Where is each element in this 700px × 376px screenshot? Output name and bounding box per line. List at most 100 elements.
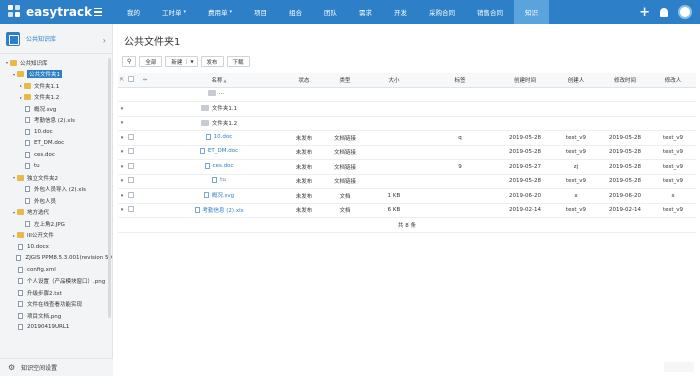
column-modifier[interactable]: 修改人 (650, 73, 696, 88)
tree-item[interactable]: tu (0, 161, 112, 173)
filter-all-button[interactable]: 全部 (139, 56, 163, 67)
hamburger-menu-icon[interactable] (94, 0, 110, 24)
column-type[interactable]: 类型 (324, 73, 366, 88)
chevron-right-icon[interactable]: › (103, 36, 106, 45)
parent-folder-link[interactable]: ... (207, 90, 224, 97)
row-expand-icon[interactable]: ▾ (118, 203, 126, 218)
table-row[interactable]: ▾ 10.doc 未发布 文档链接 q 2019-05-28 test_v9 2019-05-… (118, 130, 696, 146)
table-row[interactable]: ▾ 文件夹1.2 (118, 116, 696, 131)
tree-item[interactable]: ▸ III公开文件 (0, 230, 112, 242)
column-tags[interactable]: 标签 (422, 73, 498, 88)
row-checkbox[interactable] (126, 145, 136, 160)
tree-item[interactable]: 20190419URL1 (0, 322, 112, 334)
nav-item[interactable]: 开发 (383, 0, 418, 24)
tree-item[interactable]: 文件在线查看功能实现 (0, 299, 112, 311)
header-select-all-checkbox[interactable] (126, 73, 136, 88)
tree-item[interactable]: 10.docx (0, 241, 112, 253)
row-expand-icon[interactable]: ▾ (118, 174, 126, 189)
notification-bell-icon[interactable] (660, 7, 668, 17)
row-checkbox[interactable] (126, 188, 136, 204)
tree-item[interactable]: ces.doc (0, 149, 112, 161)
download-button[interactable]: 下载 (226, 56, 250, 67)
tree-item[interactable]: ▾ 地方选代 (0, 207, 112, 219)
column-name[interactable]: 名称▲ (154, 73, 284, 88)
row-checkbox[interactable] (126, 130, 136, 146)
nav-item[interactable]: 知识 (514, 0, 550, 24)
new-button[interactable]: 新建 ▼ (165, 56, 198, 67)
table-row[interactable]: ▾ ET_DM.doc 未发布 文档链接 2019-05-28 test_v9 2019-0… (118, 145, 696, 160)
column-size[interactable]: 大小 (366, 73, 422, 88)
table-row[interactable]: ▾ tu 未发布 文档链接 2019-05-28 test_v9 2019-05-28 tes… (118, 174, 696, 189)
row-checkbox[interactable] (126, 203, 136, 218)
nav-item[interactable]: 组合 (278, 0, 313, 24)
sidebar-scrollbar[interactable] (108, 58, 111, 318)
row-expand-icon[interactable]: ▾ (118, 116, 126, 131)
tree-item-label: 公共文件夹1 (27, 70, 62, 79)
tree-item[interactable]: 升级步骤2.txt (0, 287, 112, 299)
nav-item[interactable]: 工时单 ▾ (151, 0, 197, 24)
sidebar-header[interactable]: 公共知识库 › (0, 24, 112, 54)
table-row[interactable]: ▾ ces.doc 未发布 文档链接 9 2019-05-27 zj 2019-05-28 te… (118, 159, 696, 175)
table-row[interactable]: ▾ 概况.svg 未发布 文档 1 KB 2019-06-20 x 2019-06-20 x (118, 188, 696, 204)
tree-item[interactable]: ▸ 文件夹1.1 (0, 80, 112, 92)
row-size (366, 130, 422, 146)
tree-item-label: 独立文件夹2 (27, 175, 58, 182)
tree-item[interactable]: 项目文档.png (0, 310, 112, 322)
column-modified-time[interactable]: 修改时间 (600, 73, 650, 88)
knowledge-space-settings[interactable]: ⚙ 知识空间设置 (0, 358, 113, 376)
row-checkbox[interactable] (126, 159, 136, 175)
tree-item[interactable]: ▸ 文件夹1.2 (0, 92, 112, 104)
row-expand-icon[interactable]: ▾ (118, 101, 126, 117)
column-created-time[interactable]: 创建时间 (498, 73, 552, 88)
tree-item[interactable]: 左上角2.JPG (0, 218, 112, 230)
chevron-down-icon[interactable]: ▼ (186, 59, 194, 64)
file-link[interactable]: 10.doc (205, 133, 232, 140)
nav-item[interactable]: 销售合同 (466, 0, 514, 24)
tree-item[interactable]: ZJGIS PPM8.5.3.001(revision 59 (0, 253, 112, 265)
file-link[interactable]: 概况.svg (203, 191, 234, 199)
tree-item[interactable]: 10.doc (0, 126, 112, 138)
file-icon (212, 177, 218, 184)
row-checkbox[interactable] (126, 174, 136, 189)
tree-item[interactable]: 个人设置（产品模块窗口）.png (0, 276, 112, 288)
tree-item[interactable]: ▾ 独立文件夹2 (0, 172, 112, 184)
nav-item[interactable]: 项目 (243, 0, 278, 24)
row-type: 文档链接 (324, 174, 366, 189)
table-row[interactable]: ▾ 考勤信息 (2).xls 未发布 文档 6 KB 2019-02-14 test_v9 2… (118, 203, 696, 218)
row-expand-icon[interactable]: ▾ (118, 145, 126, 160)
tree-item[interactable]: ▾ 公共文件夹1 (0, 69, 112, 81)
tree-item[interactable]: 考勤信息 (2).xls (0, 115, 112, 127)
file-link[interactable]: tu (212, 177, 226, 184)
tree-item[interactable]: 外包人员导入 (2).xls (0, 184, 112, 196)
tree-item[interactable]: config.xml (0, 264, 112, 276)
nav-item[interactable]: 我的 (116, 0, 151, 24)
create-plus-icon[interactable]: + (639, 6, 650, 19)
table-row[interactable]: ... (118, 87, 696, 102)
row-expand-icon[interactable]: ▾ (118, 130, 126, 146)
file-link[interactable]: ET_DM.doc (199, 148, 238, 155)
folder-link[interactable]: 文件夹1.1 (200, 104, 237, 112)
search-button[interactable]: ⚲ (122, 56, 137, 67)
column-status[interactable]: 状态 (284, 73, 324, 88)
tree-item[interactable]: 外包人员 (0, 195, 112, 207)
file-link[interactable]: ces.doc (204, 162, 233, 169)
tree-item[interactable]: ▾ 公共知识库 (0, 57, 112, 69)
nav-item[interactable]: 团队 (313, 0, 348, 24)
table-row[interactable]: ▾ 文件夹1.1 (118, 101, 696, 117)
row-expand-icon[interactable]: ▾ (118, 188, 126, 204)
nav-item[interactable]: 费用单 ▾ (197, 0, 243, 24)
tree-item-label: 个人设置（产品模块窗口）.png (27, 279, 106, 286)
nav-item[interactable]: 需求 (348, 0, 383, 24)
row-status: 未发布 (284, 174, 324, 189)
folder-link[interactable]: 文件夹1.2 (200, 119, 237, 127)
column-creator[interactable]: 创建人 (552, 73, 600, 88)
tree-item[interactable]: ET_DM.doc (0, 138, 112, 150)
publish-button[interactable]: 发布 (200, 56, 224, 67)
tree-item[interactable]: 概况.svg (0, 103, 112, 115)
header-select-icon[interactable]: ⇱ (118, 73, 126, 88)
user-avatar[interactable] (678, 5, 692, 19)
file-link[interactable]: 考勤信息 (2).xls (194, 206, 243, 214)
nav-item[interactable]: 采购合同 (418, 0, 466, 24)
brand-logo[interactable]: easytrack (0, 5, 94, 19)
row-expand-icon[interactable]: ▾ (118, 159, 126, 175)
